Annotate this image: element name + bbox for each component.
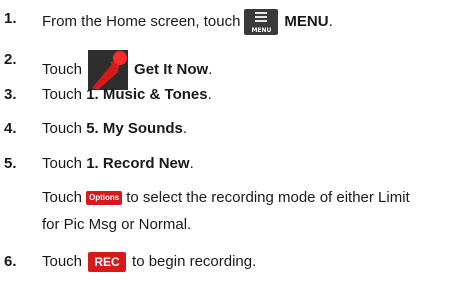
- options-button: Options: [86, 191, 123, 206]
- step-text: From the Home screen, touch: [42, 12, 241, 30]
- menu-label: MENU: [284, 12, 329, 30]
- step-number: 5.: [4, 155, 17, 172]
- rec-button: REC: [88, 252, 127, 273]
- step-number: 4.: [4, 120, 17, 137]
- step-text: Touch: [42, 120, 83, 137]
- step-number: 6.: [4, 253, 17, 270]
- menu-option-label: 1. Music & Tones: [86, 86, 208, 103]
- options-note-line-1: Touch Options to select the recording mode…: [42, 189, 410, 206]
- options-note-line-2: for Pic Msg or Normal.: [42, 216, 192, 233]
- menu-icon: MENU: [244, 9, 279, 35]
- get-it-now-label: Get It Now: [134, 60, 209, 78]
- step-text: Touch: [42, 60, 83, 78]
- step-text: Touch: [42, 86, 83, 103]
- step-text: Touch: [42, 253, 83, 270]
- get-it-now-icon: [88, 50, 129, 90]
- step-text: Touch: [42, 155, 83, 172]
- step-number: 1.: [4, 10, 17, 27]
- menu-option-label: 1. Record New: [86, 155, 190, 172]
- menu-option-label: 5. My Sounds: [86, 120, 183, 137]
- instruction-page: 1. From the Home screen, touch MENU MENU. …: [0, 0, 461, 281]
- step-number: 2.: [4, 51, 17, 68]
- step-number: 3.: [4, 86, 17, 103]
